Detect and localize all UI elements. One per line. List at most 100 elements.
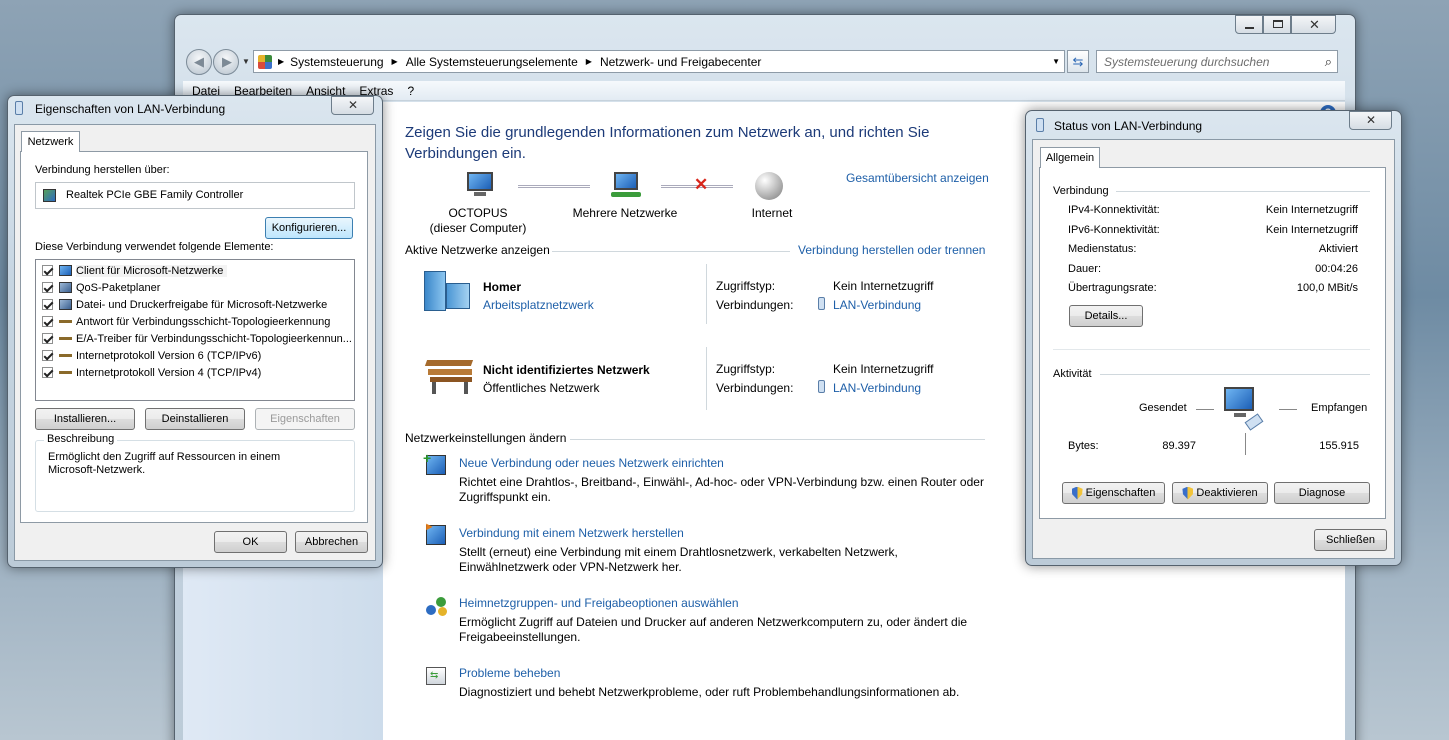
divider bbox=[1116, 191, 1370, 192]
connect-via-label: Verbindung herstellen über: bbox=[35, 164, 170, 176]
address-bar[interactable]: ▶ Systemsteuerung ▶ Alle Systemsteuerung… bbox=[253, 50, 1065, 73]
bytes-received-value: 155.915 bbox=[1319, 440, 1359, 452]
control-panel-icon bbox=[258, 54, 272, 69]
close-button[interactable]: ✕ bbox=[1291, 15, 1336, 34]
task-homegroup-link[interactable]: Heimnetzgruppen- und Freigabeoptionen au… bbox=[459, 596, 739, 610]
diagnose-button[interactable]: Diagnose bbox=[1274, 482, 1370, 504]
checkbox-checked[interactable] bbox=[42, 282, 53, 293]
list-item[interactable]: Internetprotokoll Version 6 (TCP/IPv6) bbox=[36, 347, 354, 364]
computer-icon[interactable] bbox=[464, 172, 496, 198]
checkbox-checked[interactable] bbox=[42, 350, 53, 361]
configure-button[interactable]: Konfigurieren... bbox=[265, 217, 353, 239]
status-properties-button[interactable]: Eigenschaften bbox=[1062, 482, 1165, 504]
checkbox-checked[interactable] bbox=[42, 316, 53, 327]
search-placeholder: Systemsteuerung durchsuchen bbox=[1104, 55, 1270, 69]
maximize-button[interactable] bbox=[1263, 15, 1291, 34]
client-icon bbox=[59, 265, 72, 276]
uac-shield-icon bbox=[1182, 486, 1194, 500]
checkbox-checked[interactable] bbox=[42, 265, 53, 276]
uninstall-button[interactable]: Deinstallieren bbox=[145, 408, 245, 430]
map-computer-sublabel: (dieser Computer) bbox=[429, 221, 527, 235]
map-multiple-label: Mehrere Netzwerke bbox=[572, 206, 678, 220]
task-troubleshoot-desc: Diagnostiziert und behebt Netzwerkproble… bbox=[459, 685, 960, 699]
work-network-icon[interactable] bbox=[424, 271, 472, 311]
network-1-conn-label: Verbindungen: bbox=[716, 298, 794, 312]
divider bbox=[552, 251, 790, 252]
divider bbox=[706, 264, 707, 324]
speed-label: Übertragungsrate: bbox=[1068, 282, 1157, 294]
status-tab-panel bbox=[1039, 167, 1386, 519]
checkbox-checked[interactable] bbox=[42, 367, 53, 378]
search-box[interactable]: Systemsteuerung durchsuchen ⌕ bbox=[1096, 50, 1338, 73]
element-label: Internetprotokoll Version 4 (TCP/IPv4) bbox=[76, 366, 262, 379]
task-new-connection-link[interactable]: Neue Verbindung oder neues Netzwerk einr… bbox=[459, 456, 724, 470]
service-icon bbox=[59, 299, 72, 310]
protocol-icon bbox=[59, 320, 72, 323]
network-2-connection-link[interactable]: LAN-Verbindung bbox=[833, 381, 921, 395]
map-computer-label: OCTOPUS bbox=[448, 206, 508, 220]
settings-label: Netzwerkeinstellungen ändern bbox=[405, 431, 567, 445]
properties-close-button[interactable]: ✕ bbox=[331, 96, 374, 115]
checkbox-checked[interactable] bbox=[42, 333, 53, 344]
connect-disconnect-link[interactable]: Verbindung herstellen oder trennen bbox=[798, 243, 985, 257]
ipv4-label: IPv4-Konnektivität: bbox=[1068, 204, 1160, 216]
breadcrumb-systemsteuerung[interactable]: Systemsteuerung bbox=[290, 55, 383, 69]
list-item[interactable]: Antwort für Verbindungsschicht-Topologie… bbox=[36, 313, 354, 330]
refresh-button[interactable]: ⇆ bbox=[1067, 50, 1089, 73]
element-label: E/A-Treiber für Verbindungsschicht-Topol… bbox=[76, 332, 352, 345]
internet-globe-icon[interactable] bbox=[755, 172, 783, 200]
checkbox-checked[interactable] bbox=[42, 299, 53, 310]
divider bbox=[570, 439, 985, 440]
description-text: Ermöglicht den Zugriff auf Ressourcen in… bbox=[48, 451, 281, 476]
close-status-button[interactable]: Schließen bbox=[1314, 529, 1387, 551]
task-connect-network-desc: Stellt (erneut) eine Verbindung mit eine… bbox=[459, 545, 898, 574]
active-networks-label: Aktive Netzwerke anzeigen bbox=[405, 243, 550, 257]
element-properties-button[interactable]: Eigenschaften bbox=[255, 408, 355, 430]
list-item[interactable]: Internetprotokoll Version 4 (TCP/IPv4) bbox=[36, 364, 354, 381]
duration-label: Dauer: bbox=[1068, 263, 1102, 275]
task-connect-network-link[interactable]: Verbindung mit einem Netzwerk herstellen bbox=[459, 526, 684, 540]
network-1-type-link[interactable]: Arbeitsplatznetzwerk bbox=[483, 298, 594, 312]
public-network-bench-icon[interactable] bbox=[424, 360, 474, 396]
list-item[interactable]: QoS-Paketplaner bbox=[36, 279, 354, 296]
divider bbox=[1196, 409, 1214, 410]
task-new-connection-desc: Richtet eine Drahtlos-, Breitband-, Einw… bbox=[459, 475, 984, 504]
new-connection-icon: + bbox=[423, 450, 446, 475]
activity-section-label: Aktivität bbox=[1053, 368, 1092, 380]
map-line bbox=[518, 185, 590, 188]
divider bbox=[706, 347, 707, 410]
cancel-button[interactable]: Abbrechen bbox=[295, 531, 368, 553]
adapter-field: Realtek PCIe GBE Family Controller bbox=[35, 182, 355, 209]
speed-value: 100,0 MBit/s bbox=[1296, 282, 1358, 294]
tab-netzwerk[interactable]: Netzwerk bbox=[21, 131, 80, 152]
network-1-access-value: Kein Internetzugriff bbox=[833, 279, 934, 293]
breadcrumb-alle-elemente[interactable]: Alle Systemsteuerungselemente bbox=[406, 55, 578, 69]
details-button[interactable]: Details... bbox=[1069, 305, 1143, 327]
status-close-button[interactable]: ✕ bbox=[1349, 111, 1392, 130]
breadcrumb-netzwerk[interactable]: Netzwerk- und Freigabecenter bbox=[600, 55, 761, 69]
install-button[interactable]: Installieren... bbox=[35, 408, 135, 430]
element-label: Internetprotokoll Version 6 (TCP/IPv6) bbox=[76, 349, 262, 362]
network-1-connection-link[interactable]: LAN-Verbindung bbox=[833, 298, 921, 312]
ok-button[interactable]: OK bbox=[214, 531, 287, 553]
multiple-networks-icon[interactable] bbox=[611, 172, 643, 200]
properties-dialog-title: Eigenschaften von LAN-Verbindung bbox=[35, 102, 226, 116]
list-item[interactable]: E/A-Treiber für Verbindungsschicht-Topol… bbox=[36, 330, 354, 347]
address-dropdown-icon[interactable]: ▼ bbox=[1052, 57, 1060, 66]
duration-value: 00:04:26 bbox=[1315, 263, 1358, 275]
minimize-button[interactable] bbox=[1235, 15, 1263, 34]
forward-button[interactable]: ▶ bbox=[213, 49, 239, 75]
tab-allgemein[interactable]: Allgemein bbox=[1040, 147, 1100, 168]
status-dialog-title: Status von LAN-Verbindung bbox=[1054, 119, 1203, 133]
back-button[interactable]: ◀ bbox=[186, 49, 212, 75]
network-2-type: Öffentliches Netzwerk bbox=[483, 381, 600, 395]
full-map-link[interactable]: Gesamtübersicht anzeigen bbox=[846, 171, 989, 185]
task-troubleshoot-link[interactable]: Probleme beheben bbox=[459, 666, 560, 680]
menu-help[interactable]: ? bbox=[400, 84, 421, 98]
list-item[interactable]: Client für Microsoft-Netzwerke bbox=[36, 262, 354, 279]
disable-button[interactable]: Deaktivieren bbox=[1172, 482, 1268, 504]
task-homegroup-desc: Ermöglicht Zugriff auf Dateien und Druck… bbox=[459, 615, 968, 644]
list-item[interactable]: Datei- und Druckerfreigabe für Microsoft… bbox=[36, 296, 354, 313]
divider bbox=[1245, 433, 1246, 455]
history-dropdown-icon[interactable]: ▼ bbox=[242, 57, 250, 66]
